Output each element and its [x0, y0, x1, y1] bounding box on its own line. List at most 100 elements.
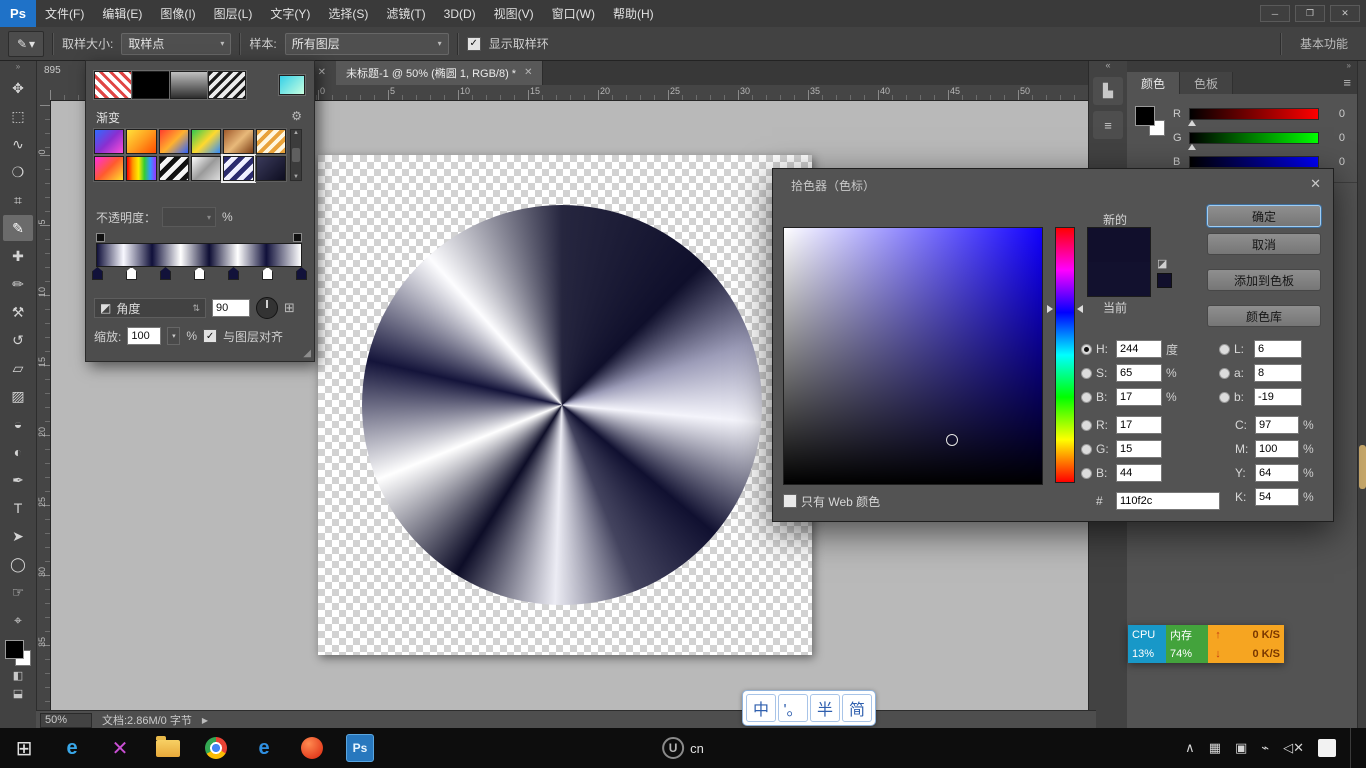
start-button[interactable]: ⊞ [0, 728, 48, 768]
minimize-button[interactable]: ─ [1260, 5, 1290, 22]
resize-grip-icon[interactable]: ◢ [303, 348, 311, 359]
history-brush-tool[interactable]: ↺ [3, 327, 33, 353]
hue-marker-right-icon[interactable] [1077, 305, 1083, 313]
gradient-preset-11[interactable] [223, 156, 253, 181]
channel-slider[interactable] [1189, 156, 1319, 168]
crop-tool[interactable]: ⌗ [3, 187, 33, 213]
menu-item-6[interactable]: 选择(S) [319, 0, 377, 27]
dodge-tool[interactable]: ◐ [3, 439, 33, 465]
blur-tool[interactable]: ◒ [3, 411, 33, 437]
gradient-preset-1[interactable] [94, 129, 124, 154]
add-to-swatches-button[interactable]: 添加到色板 [1207, 269, 1321, 291]
folder-icon[interactable] [144, 728, 192, 768]
path-select-tool[interactable]: ➤ [3, 523, 33, 549]
restore-button[interactable]: ❐ [1295, 5, 1325, 22]
shape-tool[interactable]: ◯ [3, 551, 33, 577]
marquee-tool[interactable]: ⬚ [3, 103, 33, 129]
gradient-edit-bar[interactable] [96, 243, 302, 267]
chrome-browser-icon[interactable] [192, 728, 240, 768]
b-radio[interactable] [1081, 392, 1092, 403]
panel-menu-icon[interactable]: ≡ [1343, 75, 1351, 90]
r-input[interactable] [1116, 416, 1162, 434]
g-radio[interactable] [1081, 444, 1092, 455]
panel-tab-swatches[interactable]: 色板 [1180, 72, 1233, 94]
presets-scrollbar[interactable]: ▲ ▼ [290, 129, 302, 181]
r-radio[interactable] [1081, 420, 1092, 431]
menu-item-11[interactable]: 帮助(H) [604, 0, 663, 27]
s-radio[interactable] [1081, 368, 1092, 379]
chevron-down-icon[interactable]: ▾ [167, 327, 180, 345]
hue-gradient[interactable] [1055, 227, 1075, 483]
gradient-stop-5[interactable] [228, 267, 239, 280]
angle-dropdown[interactable]: ◩ 角度 ⇅ [94, 298, 206, 318]
channel-slider[interactable] [1189, 108, 1319, 120]
document-tab-active[interactable]: 未标题-1 @ 50% (椭圆 1, RGB/8) * ✕ [336, 60, 543, 85]
opacity-dropdown[interactable]: ▾ [162, 207, 216, 227]
ime-item-3[interactable]: 半 [810, 694, 840, 722]
scroll-down-icon[interactable]: ▼ [293, 174, 299, 180]
ie-browser-icon[interactable]: e [240, 728, 288, 768]
tray-apps-icon[interactable]: ▦ [1209, 740, 1221, 756]
gradient-type-solid[interactable] [132, 71, 170, 99]
color-libraries-button[interactable]: 颜色库 [1207, 305, 1321, 327]
scale-input[interactable] [127, 327, 161, 345]
slider-thumb[interactable] [1188, 144, 1196, 150]
edge-browser-icon[interactable]: e [48, 728, 96, 768]
ok-button[interactable]: 确定 [1207, 205, 1321, 227]
gradient-type-foreground[interactable] [94, 71, 132, 99]
foreground-color-swatch[interactable] [5, 640, 24, 659]
color-field[interactable] [783, 227, 1043, 485]
slider-thumb[interactable] [1188, 120, 1196, 126]
gradient-stop-2[interactable] [126, 267, 137, 280]
tray-ime-indicator[interactable] [1318, 739, 1336, 757]
hue-slider[interactable] [1055, 227, 1075, 483]
hand-tool[interactable]: ☞ [3, 579, 33, 605]
ime-item-4[interactable]: 简 [842, 694, 872, 722]
tool-preset-picker[interactable]: ✎ ▾ [8, 31, 44, 57]
quick-mask-button[interactable]: ◧ [5, 666, 31, 684]
cancel-button[interactable]: 取消 [1207, 233, 1321, 255]
healing-brush-tool[interactable]: ✚ [3, 243, 33, 269]
hex-input[interactable] [1116, 492, 1220, 510]
align-layer-checkbox[interactable]: ✓ [203, 329, 217, 343]
gear-icon[interactable]: ⚙ [291, 109, 302, 123]
close-button[interactable]: ✕ [1330, 5, 1360, 22]
a-input[interactable] [1254, 364, 1302, 382]
show-desktop-button[interactable] [1350, 728, 1356, 768]
h-input[interactable] [1116, 340, 1162, 358]
photoshop-taskbar-icon[interactable]: Ps [336, 728, 384, 768]
b-input[interactable] [1116, 388, 1162, 406]
a-radio[interactable] [1219, 368, 1230, 379]
close-icon[interactable]: ✕ [1310, 176, 1321, 192]
gradient-preset-12[interactable] [256, 156, 286, 181]
gradient-stop-3[interactable] [160, 267, 171, 280]
tray-volume-muted-icon[interactable]: ◁✕ [1283, 740, 1304, 756]
angle-input[interactable] [212, 299, 250, 317]
red-browser-icon[interactable] [288, 728, 336, 768]
menu-item-4[interactable]: 图层(L) [205, 0, 262, 27]
move-tool[interactable]: ✥ [3, 75, 33, 101]
angle-dial[interactable] [256, 297, 278, 319]
collapsed-panel-info[interactable]: ≡ [1093, 111, 1123, 139]
zoom-level[interactable]: 50% [40, 713, 92, 728]
opacity-stop-left[interactable] [96, 233, 105, 242]
y-input[interactable] [1255, 464, 1299, 482]
dock-scrollbar-thumb[interactable] [1359, 445, 1366, 489]
web-gamut-cube-icon[interactable]: ◪ [1157, 257, 1167, 270]
gradient-stop-6[interactable] [262, 267, 273, 280]
ime-item-2[interactable]: '。 [778, 694, 808, 722]
gradient-preset-4[interactable] [191, 129, 221, 154]
collapsed-panel-histogram[interactable]: ▙ [1093, 77, 1123, 105]
gradient-type-gray[interactable] [170, 71, 208, 99]
gradient-tool[interactable]: ▨ [3, 383, 33, 409]
clone-stamp-tool[interactable]: ⚒ [3, 299, 33, 325]
opacity-stop-right[interactable] [293, 233, 302, 242]
gradient-preset-8[interactable] [126, 156, 156, 181]
brush-tool[interactable]: ✏ [3, 271, 33, 297]
screen-mode-button[interactable]: ⬓ [5, 684, 31, 702]
purple-app-icon[interactable]: ✕ [96, 728, 144, 768]
tray-display-icon[interactable]: ▣ [1235, 740, 1247, 756]
tab-close-icon[interactable]: ✕ [524, 67, 532, 78]
b2-radio[interactable] [1081, 468, 1092, 479]
scroll-up-icon[interactable]: ▲ [293, 130, 299, 136]
